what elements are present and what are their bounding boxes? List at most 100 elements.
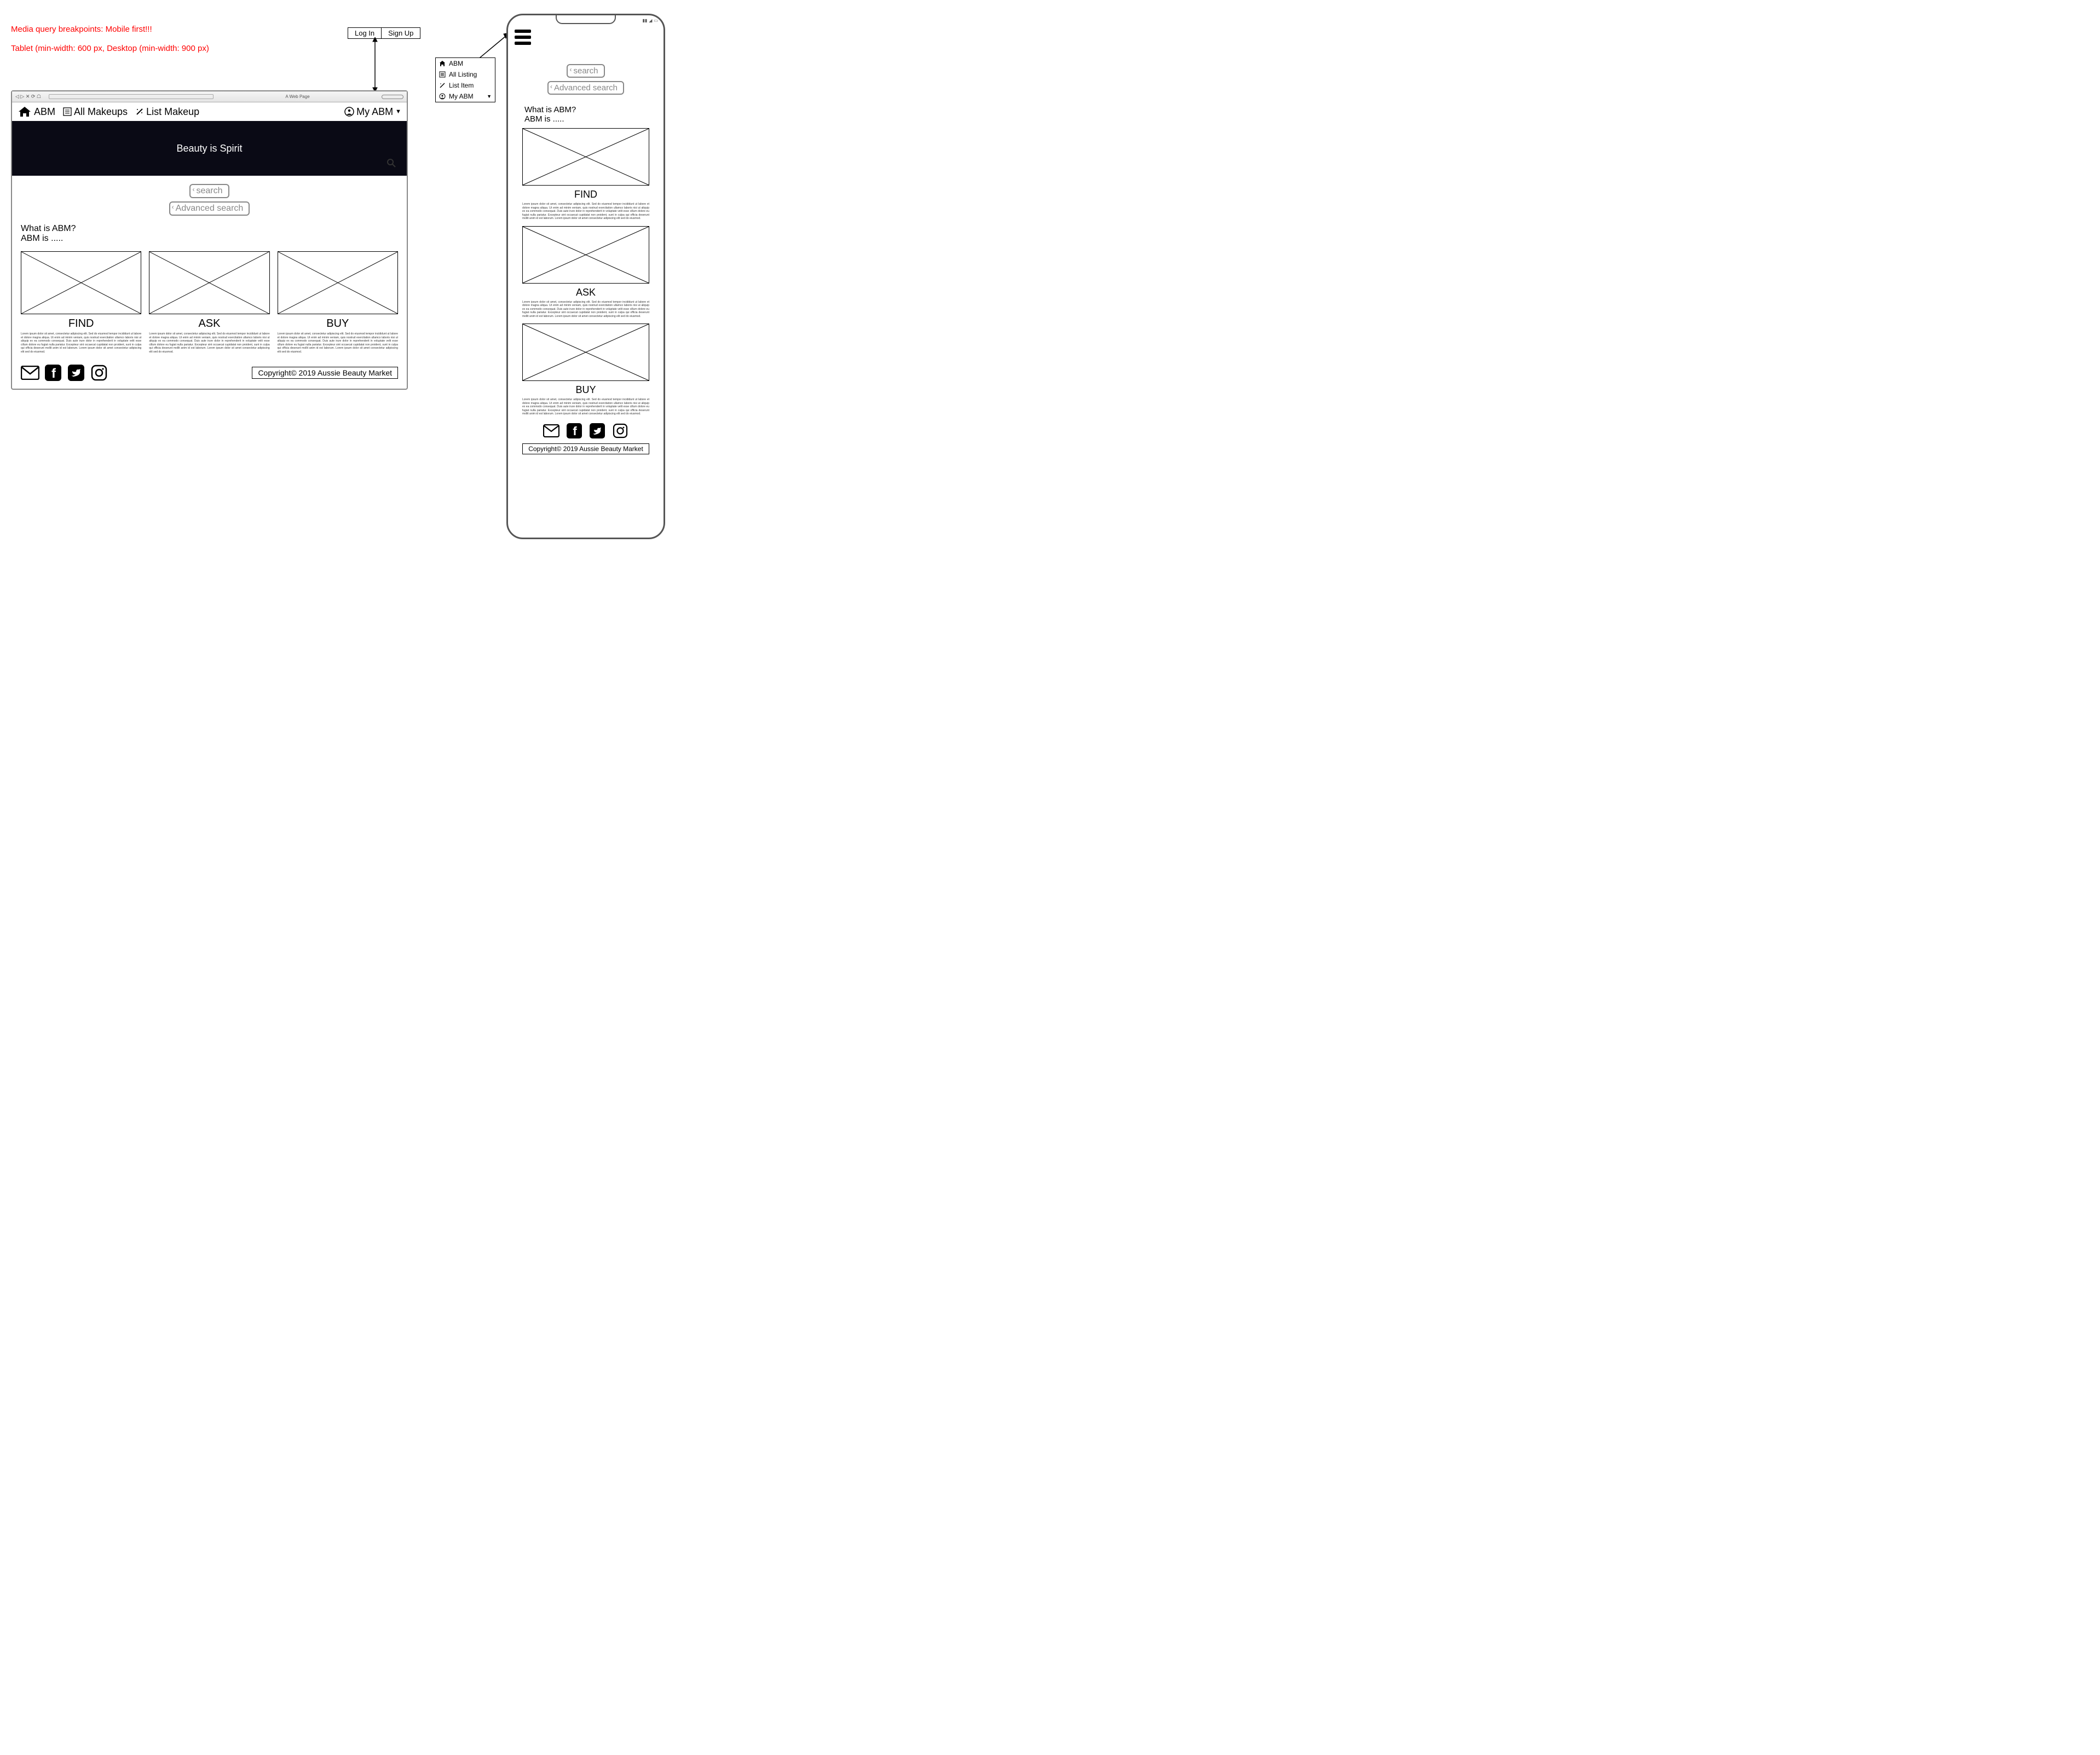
feature-text: Lorem ipsum dolor sit amet, consectetur … [522, 301, 649, 319]
signal-icon: ▮▮ [642, 18, 647, 23]
magnifier-icon[interactable] [387, 159, 396, 170]
nav-brand-label: ABM [34, 106, 55, 118]
intro-block: What is ABM? ABM is ..... [12, 222, 407, 248]
feature-title: FIND [522, 186, 649, 203]
hamburger-menu[interactable] [515, 30, 531, 45]
feature-card-buy: BUY Lorem ipsum dolor sit amet, consecte… [522, 324, 649, 416]
phone-intro-block: What is ABM? ABM is ..... [522, 101, 649, 128]
arrow-auth-to-nav [370, 37, 380, 92]
advanced-search-input[interactable]: Advanced search [547, 81, 624, 95]
intro-body: ABM is ..... [524, 114, 647, 124]
feature-title: ASK [522, 284, 649, 301]
feature-card-buy: BUY Lorem ipsum dolor sit amet, consecte… [278, 251, 398, 354]
feature-card-find: FIND Lorem ipsum dolor sit amet, consect… [522, 128, 649, 221]
feature-title: BUY [522, 381, 649, 398]
image-placeholder [21, 251, 141, 314]
annotation-mobile-first: Media query breakpoints: Mobile first!!! [11, 25, 152, 34]
nav-account-label: My ABM [356, 106, 393, 118]
signup-button[interactable]: Sign Up [382, 28, 420, 38]
feature-text: Lorem ipsum dolor sit amet, consectetur … [278, 332, 398, 354]
list-icon [63, 107, 72, 116]
phone-frame: ▮▮◢▭ search Advanced search What is ABM?… [506, 14, 665, 539]
email-icon[interactable] [21, 363, 39, 382]
menu-item-home[interactable]: ABM [436, 58, 495, 69]
phone-content: search Advanced search What is ABM? ABM … [514, 56, 658, 454]
image-placeholder [278, 251, 398, 314]
image-placeholder [522, 226, 649, 284]
nav-list-makeup[interactable]: List Makeup [135, 106, 199, 118]
twitter-icon[interactable] [588, 422, 607, 440]
menu-item-label: List Item [449, 82, 474, 89]
nav-all-label: All Makeups [74, 106, 128, 118]
home-icon [439, 60, 446, 67]
menu-item-label: ABM [449, 60, 463, 67]
menu-item-label: My ABM [449, 93, 474, 100]
intro-body: ABM is ..... [21, 234, 398, 244]
feature-card-ask: ASK Lorem ipsum dolor sit amet, consecte… [149, 251, 269, 354]
phone-footer: f Copyright© 2019 Aussie Beauty Market [522, 422, 649, 454]
intro-heading: What is ABM? [21, 224, 398, 234]
instagram-icon[interactable] [611, 422, 630, 440]
phone-status-bar: ▮▮◢▭ [642, 18, 658, 23]
mobile-dropdown-menu: ABM All Listing List Item My ABM ▼ [435, 57, 495, 102]
social-icons: f [522, 422, 649, 440]
feature-text: Lorem ipsum dolor sit amet, consectetur … [149, 332, 269, 354]
caret-down-icon: ▼ [395, 108, 401, 115]
nav-account[interactable]: My ABM ▼ [344, 106, 401, 118]
browser-pill [382, 95, 403, 99]
menu-item-label: All Listing [449, 71, 477, 78]
image-placeholder [522, 324, 649, 381]
menu-item-all-listing[interactable]: All Listing [436, 69, 495, 80]
features-row: FIND Lorem ipsum dolor sit amet, consect… [12, 248, 407, 359]
home-icon [18, 106, 32, 118]
image-placeholder [522, 128, 649, 186]
nav-list-label: List Makeup [146, 106, 199, 118]
feature-text: Lorem ipsum dolor sit amet, consectetur … [21, 332, 141, 354]
list-icon [439, 71, 446, 78]
wifi-icon: ◢ [649, 18, 652, 23]
feature-text: Lorem ipsum dolor sit amet, consectetur … [522, 398, 649, 416]
desktop-navbar: ABM All Makeups List Makeup My ABM ▼ [12, 102, 407, 121]
svg-text:f: f [51, 366, 56, 381]
facebook-icon[interactable]: f [44, 363, 62, 382]
copyright-text: Copyright© 2019 Aussie Beauty Market [522, 443, 649, 454]
menu-item-list-item[interactable]: List Item [436, 80, 495, 91]
nav-brand[interactable]: ABM [18, 106, 55, 118]
instagram-icon[interactable] [90, 363, 108, 382]
wand-icon [439, 82, 446, 89]
image-placeholder [149, 251, 269, 314]
advanced-search-input[interactable]: Advanced search [169, 201, 250, 216]
feature-text: Lorem ipsum dolor sit amet, consectetur … [522, 203, 649, 221]
search-input[interactable]: search [189, 184, 229, 198]
battery-icon: ▭ [654, 18, 658, 23]
user-circle-icon [344, 107, 354, 117]
caret-down-icon: ▼ [487, 94, 492, 99]
desktop-footer: f Copyright© 2019 Aussie Beauty Market [12, 359, 407, 389]
facebook-icon[interactable]: f [565, 422, 584, 440]
hero-banner: Beauty is Spirit [12, 121, 407, 176]
copyright-text: Copyright© 2019 Aussie Beauty Market [252, 367, 398, 379]
browser-chrome: ◁ ▷ ✕ ⟳ ☖ A Web Page [12, 91, 407, 102]
user-circle-icon [439, 93, 446, 100]
feature-title: FIND [21, 314, 141, 332]
social-icons: f [21, 363, 108, 382]
feature-card-ask: ASK Lorem ipsum dolor sit amet, consecte… [522, 226, 649, 319]
twitter-icon[interactable] [67, 363, 85, 382]
browser-title: A Web Page [216, 94, 379, 99]
browser-nav-icons: ◁ ▷ ✕ ⟳ ☖ [15, 94, 41, 100]
wand-icon [135, 107, 144, 116]
svg-text:f: f [573, 424, 577, 438]
feature-title: BUY [278, 314, 398, 332]
feature-title: ASK [149, 314, 269, 332]
email-icon[interactable] [542, 422, 561, 440]
nav-all-makeups[interactable]: All Makeups [63, 106, 128, 118]
browser-window: ◁ ▷ ✕ ⟳ ☖ A Web Page ABM All Makeups Lis… [11, 90, 408, 390]
hero-tagline: Beauty is Spirit [176, 143, 242, 154]
annotation-breakpoints: Tablet (min-width: 600 px, Desktop (min-… [11, 44, 209, 53]
feature-card-find: FIND Lorem ipsum dolor sit amet, consect… [21, 251, 141, 354]
menu-item-account[interactable]: My ABM ▼ [436, 91, 495, 102]
search-input[interactable]: search [567, 64, 604, 78]
intro-heading: What is ABM? [524, 105, 647, 114]
browser-url-bar[interactable] [49, 94, 214, 99]
phone-search-block: search Advanced search [522, 56, 649, 101]
